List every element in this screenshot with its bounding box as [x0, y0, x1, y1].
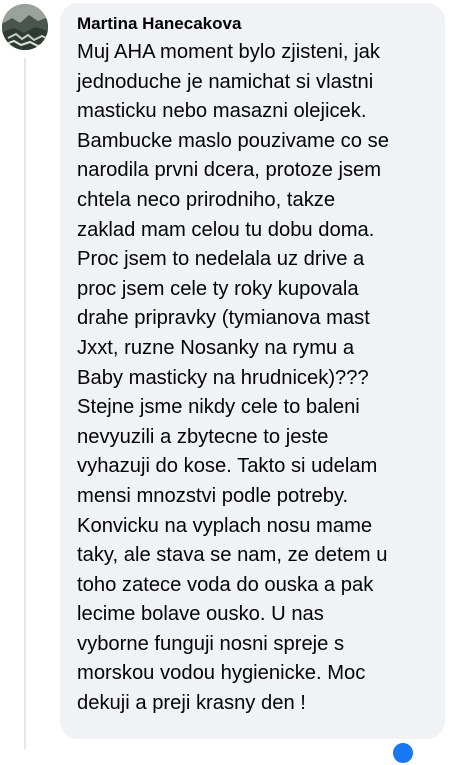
comment-line: vyborne funguji nosni spreje s: [77, 632, 345, 655]
comment-line: narodila prvni dcera, protoze jsem: [77, 159, 382, 182]
comment-line: proc jsem cele ty roky kupovala: [77, 277, 359, 300]
comment-author-name[interactable]: Martina Hanecakova: [77, 13, 431, 35]
comment-line: nevyuzili a zbytecne to jeste: [77, 425, 329, 448]
comment-line: chtela neco prirodniho, takze: [77, 188, 336, 211]
reply-thread-line: [24, 58, 26, 749]
comment-line: drahe pripravky (tymianova mast: [77, 307, 370, 330]
comment: Martina Hanecakova Muj AHA moment bylo z…: [0, 0, 461, 765]
comment-line: toho zatece voda do ouska a pak: [77, 573, 374, 596]
comment-line: morskou vodou hygienicke. Moc: [77, 662, 366, 685]
comment-line: Jxxt, ruzne Nosanky na rymu a: [77, 336, 355, 359]
comment-line: jednoduche je namichat si vlastni: [77, 70, 374, 93]
comment-line: masticku nebo masazni olejicek.: [77, 100, 367, 123]
comment-bubble: Martina Hanecakova Muj AHA moment bylo z…: [60, 3, 445, 739]
comment-line: Stejne jsme nikdy cele to baleni: [77, 396, 360, 419]
comment-line: mensi mnozstvi podle potreby.: [77, 484, 349, 507]
comment-line: Konvicku na vyplach nosu mame: [77, 514, 373, 537]
reaction-icon[interactable]: [391, 741, 415, 765]
comment-line: Baby masticky na hrudnicek)???: [77, 366, 369, 389]
comment-line: zaklad mam celou tu dobu doma.: [77, 218, 375, 241]
comment-line: vyhazuji do kose. Takto si udelam: [77, 455, 378, 478]
comment-line: Bambucke maslo pouzivame co se: [77, 129, 389, 152]
comment-line: dekuji a preji krasny den !: [77, 692, 306, 715]
comment-line: lecime bolave ousko. U nas: [77, 603, 324, 626]
profile-photo-icon: [2, 4, 48, 50]
comment-line: taky, ale stava se nam, ze detem u: [77, 544, 388, 567]
comment-body: Muj AHA moment bylo zjisteni, jak jednodu…: [77, 38, 431, 719]
comment-line: Proc jsem to nedelala uz drive a: [77, 248, 365, 271]
avatar[interactable]: [2, 4, 48, 50]
comment-line: Muj AHA moment bylo zjisteni, jak: [77, 41, 380, 63]
